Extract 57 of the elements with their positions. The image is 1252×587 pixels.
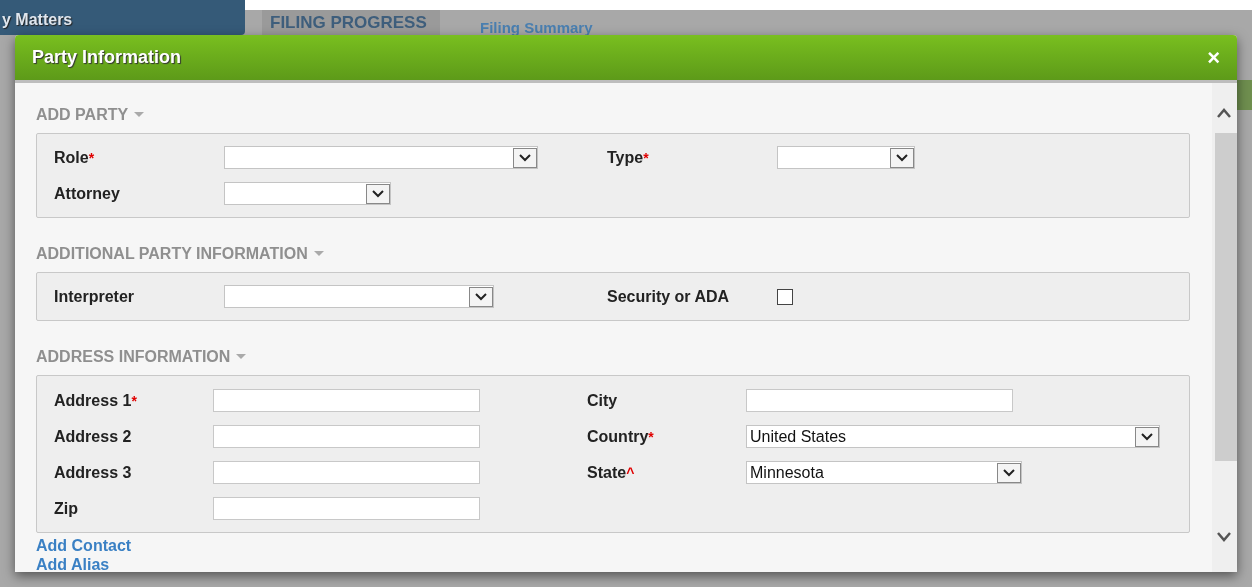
field-label: Address 1*	[54, 390, 138, 411]
page-tab[interactable]: y Matters	[0, 0, 245, 35]
chevron-down-icon	[896, 153, 908, 162]
scroll-down-icon[interactable]	[1217, 532, 1231, 542]
select-field[interactable]	[224, 146, 538, 169]
field-label: Address 3	[54, 462, 133, 483]
section-heading[interactable]: ADDITIONAL PARTY INFORMATION	[36, 242, 308, 266]
scrollbar[interactable]	[1212, 83, 1237, 572]
background-panel	[1237, 80, 1252, 110]
field-label: Type*	[607, 147, 650, 168]
dialog-title: Party Information	[32, 46, 182, 69]
field-label: Interpreter	[54, 286, 136, 307]
select-field[interactable]: United States	[746, 425, 1160, 448]
required-marker: *	[88, 149, 95, 166]
chevron-down-icon	[1003, 468, 1015, 477]
field-label: Country*	[587, 426, 655, 447]
field-label: Address 2	[54, 426, 133, 447]
chevron-down-icon	[519, 153, 531, 162]
required-marker: *	[643, 149, 649, 166]
checkbox[interactable]	[777, 288, 793, 305]
input-field[interactable]	[746, 389, 1013, 412]
field-label: City	[587, 390, 619, 411]
input-field[interactable]	[213, 389, 480, 412]
chevron-down-icon	[1141, 432, 1153, 441]
required-marker: ^	[626, 464, 635, 481]
select-field[interactable]: Minnesota	[746, 461, 1022, 484]
chevron-down-icon	[372, 189, 384, 198]
select-field[interactable]	[224, 182, 391, 205]
dropdown-button[interactable]	[469, 286, 493, 307]
scroll-up-icon[interactable]	[1217, 108, 1231, 118]
field-label: Role*	[54, 147, 96, 168]
field-label: Security or ADA	[607, 286, 731, 307]
select-field[interactable]	[224, 285, 494, 308]
add-link[interactable]: Add Alias	[36, 555, 1190, 572]
chevron-down-icon	[475, 292, 487, 301]
caret-icon	[313, 251, 324, 257]
dropdown-button[interactable]	[997, 462, 1021, 483]
field-label: State^	[587, 462, 636, 483]
caret-icon	[236, 354, 247, 360]
dropdown-button[interactable]	[366, 183, 390, 204]
caret-icon	[134, 112, 145, 118]
field-label: Zip	[54, 498, 79, 519]
dropdown-button[interactable]	[513, 147, 537, 168]
scroll-thumb[interactable]	[1215, 133, 1237, 461]
section-heading[interactable]: ADDRESS INFORMATION	[36, 345, 231, 369]
add-link[interactable]: Add Contact	[36, 536, 1190, 555]
required-marker: *	[648, 428, 654, 445]
input-field[interactable]	[213, 425, 480, 448]
section-heading[interactable]: ADD PARTY	[36, 103, 129, 127]
input-field[interactable]	[213, 497, 480, 520]
close-button[interactable]: ×	[1207, 46, 1220, 69]
field-label: Attorney	[54, 183, 121, 204]
input-field[interactable]	[213, 461, 480, 484]
select-field[interactable]	[777, 146, 915, 169]
dropdown-button[interactable]	[1135, 426, 1159, 447]
required-marker: *	[131, 392, 137, 409]
dropdown-button[interactable]	[890, 147, 914, 168]
